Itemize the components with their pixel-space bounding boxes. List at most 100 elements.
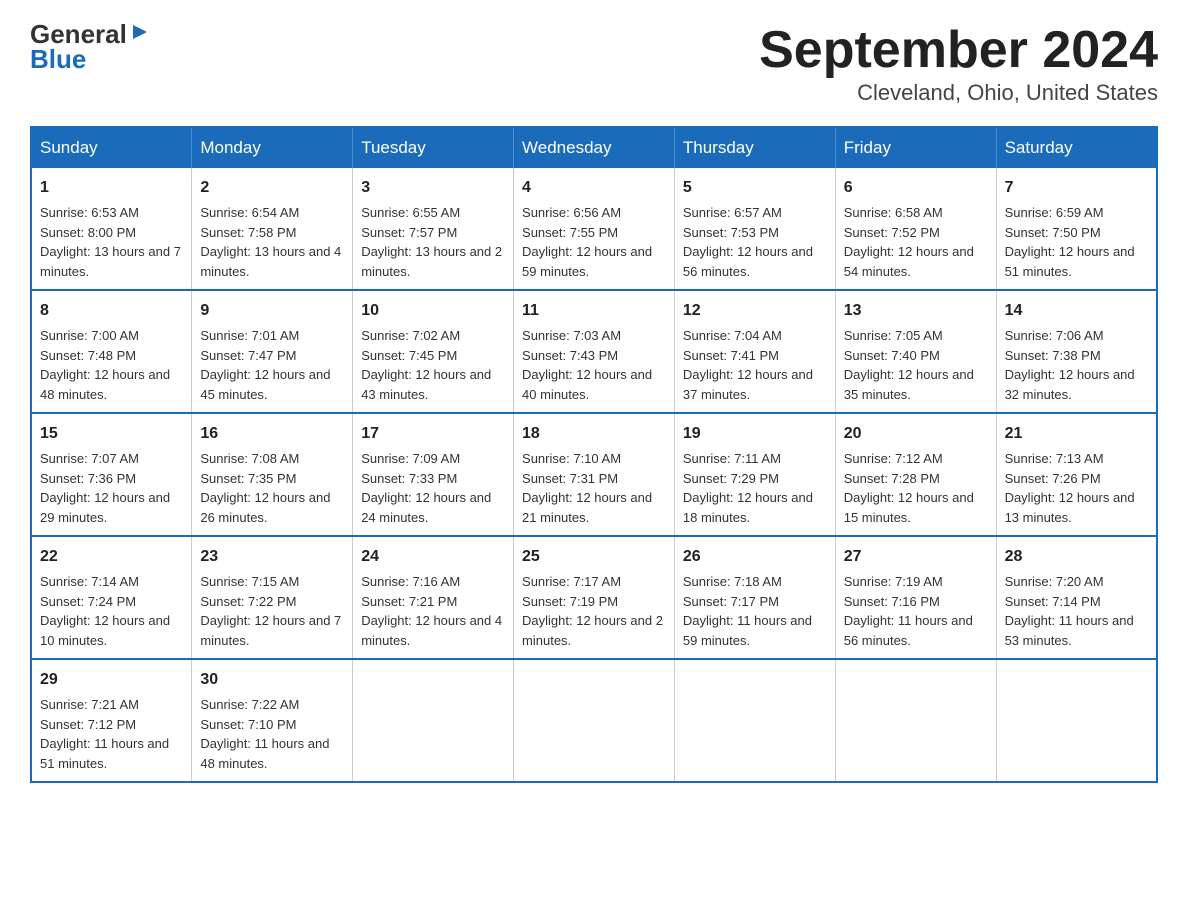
- table-row: 14 Sunrise: 7:06 AMSunset: 7:38 PMDaylig…: [996, 290, 1157, 413]
- table-row: 10 Sunrise: 7:02 AMSunset: 7:45 PMDaylig…: [353, 290, 514, 413]
- header-friday: Friday: [835, 127, 996, 168]
- table-row: 11 Sunrise: 7:03 AMSunset: 7:43 PMDaylig…: [514, 290, 675, 413]
- day-info: Sunrise: 7:05 AMSunset: 7:40 PMDaylight:…: [844, 328, 974, 402]
- table-row: [353, 659, 514, 782]
- calendar-title: September 2024: [759, 20, 1158, 80]
- day-number: 6: [844, 176, 988, 200]
- header-monday: Monday: [192, 127, 353, 168]
- table-row: 26 Sunrise: 7:18 AMSunset: 7:17 PMDaylig…: [674, 536, 835, 659]
- day-info: Sunrise: 6:58 AMSunset: 7:52 PMDaylight:…: [844, 205, 974, 279]
- day-info: Sunrise: 7:20 AMSunset: 7:14 PMDaylight:…: [1005, 574, 1134, 648]
- day-number: 17: [361, 422, 505, 446]
- day-info: Sunrise: 7:19 AMSunset: 7:16 PMDaylight:…: [844, 574, 973, 648]
- header-saturday: Saturday: [996, 127, 1157, 168]
- table-row: 3 Sunrise: 6:55 AMSunset: 7:57 PMDayligh…: [353, 168, 514, 290]
- table-row: 29 Sunrise: 7:21 AMSunset: 7:12 PMDaylig…: [31, 659, 192, 782]
- table-row: 1 Sunrise: 6:53 AMSunset: 8:00 PMDayligh…: [31, 168, 192, 290]
- logo-triangle-icon: [131, 21, 149, 47]
- day-info: Sunrise: 7:12 AMSunset: 7:28 PMDaylight:…: [844, 451, 974, 525]
- day-number: 3: [361, 176, 505, 200]
- table-row: [835, 659, 996, 782]
- day-number: 15: [40, 422, 183, 446]
- table-row: 6 Sunrise: 6:58 AMSunset: 7:52 PMDayligh…: [835, 168, 996, 290]
- header-thursday: Thursday: [674, 127, 835, 168]
- day-number: 7: [1005, 176, 1148, 200]
- day-info: Sunrise: 7:22 AMSunset: 7:10 PMDaylight:…: [200, 697, 329, 771]
- table-row: 2 Sunrise: 6:54 AMSunset: 7:58 PMDayligh…: [192, 168, 353, 290]
- table-row: [674, 659, 835, 782]
- day-number: 25: [522, 545, 666, 569]
- day-info: Sunrise: 6:56 AMSunset: 7:55 PMDaylight:…: [522, 205, 652, 279]
- day-number: 12: [683, 299, 827, 323]
- day-number: 21: [1005, 422, 1148, 446]
- header-sunday: Sunday: [31, 127, 192, 168]
- day-info: Sunrise: 7:17 AMSunset: 7:19 PMDaylight:…: [522, 574, 663, 648]
- calendar-subtitle: Cleveland, Ohio, United States: [759, 80, 1158, 106]
- day-number: 22: [40, 545, 183, 569]
- day-number: 16: [200, 422, 344, 446]
- day-info: Sunrise: 7:16 AMSunset: 7:21 PMDaylight:…: [361, 574, 502, 648]
- calendar-week-5: 29 Sunrise: 7:21 AMSunset: 7:12 PMDaylig…: [31, 659, 1157, 782]
- page-header: General Blue September 2024 Cleveland, O…: [30, 20, 1158, 106]
- title-area: September 2024 Cleveland, Ohio, United S…: [759, 20, 1158, 106]
- day-number: 24: [361, 545, 505, 569]
- day-number: 9: [200, 299, 344, 323]
- table-row: 24 Sunrise: 7:16 AMSunset: 7:21 PMDaylig…: [353, 536, 514, 659]
- day-number: 10: [361, 299, 505, 323]
- table-row: 23 Sunrise: 7:15 AMSunset: 7:22 PMDaylig…: [192, 536, 353, 659]
- calendar-header-row: Sunday Monday Tuesday Wednesday Thursday…: [31, 127, 1157, 168]
- table-row: 20 Sunrise: 7:12 AMSunset: 7:28 PMDaylig…: [835, 413, 996, 536]
- calendar-week-1: 1 Sunrise: 6:53 AMSunset: 8:00 PMDayligh…: [31, 168, 1157, 290]
- day-info: Sunrise: 7:15 AMSunset: 7:22 PMDaylight:…: [200, 574, 341, 648]
- day-number: 30: [200, 668, 344, 692]
- day-number: 2: [200, 176, 344, 200]
- day-info: Sunrise: 7:04 AMSunset: 7:41 PMDaylight:…: [683, 328, 813, 402]
- day-info: Sunrise: 6:59 AMSunset: 7:50 PMDaylight:…: [1005, 205, 1135, 279]
- table-row: 25 Sunrise: 7:17 AMSunset: 7:19 PMDaylig…: [514, 536, 675, 659]
- day-info: Sunrise: 7:10 AMSunset: 7:31 PMDaylight:…: [522, 451, 652, 525]
- table-row: 22 Sunrise: 7:14 AMSunset: 7:24 PMDaylig…: [31, 536, 192, 659]
- day-number: 27: [844, 545, 988, 569]
- table-row: 5 Sunrise: 6:57 AMSunset: 7:53 PMDayligh…: [674, 168, 835, 290]
- day-info: Sunrise: 7:07 AMSunset: 7:36 PMDaylight:…: [40, 451, 170, 525]
- day-info: Sunrise: 7:01 AMSunset: 7:47 PMDaylight:…: [200, 328, 330, 402]
- day-info: Sunrise: 7:00 AMSunset: 7:48 PMDaylight:…: [40, 328, 170, 402]
- day-info: Sunrise: 7:18 AMSunset: 7:17 PMDaylight:…: [683, 574, 812, 648]
- table-row: 4 Sunrise: 6:56 AMSunset: 7:55 PMDayligh…: [514, 168, 675, 290]
- logo-blue-text: Blue: [30, 45, 149, 74]
- table-row: 12 Sunrise: 7:04 AMSunset: 7:41 PMDaylig…: [674, 290, 835, 413]
- logo: General Blue: [30, 20, 149, 73]
- day-number: 1: [40, 176, 183, 200]
- table-row: [514, 659, 675, 782]
- table-row: 18 Sunrise: 7:10 AMSunset: 7:31 PMDaylig…: [514, 413, 675, 536]
- table-row: 8 Sunrise: 7:00 AMSunset: 7:48 PMDayligh…: [31, 290, 192, 413]
- day-number: 28: [1005, 545, 1148, 569]
- calendar-table: Sunday Monday Tuesday Wednesday Thursday…: [30, 126, 1158, 783]
- day-info: Sunrise: 7:08 AMSunset: 7:35 PMDaylight:…: [200, 451, 330, 525]
- day-info: Sunrise: 7:09 AMSunset: 7:33 PMDaylight:…: [361, 451, 491, 525]
- day-info: Sunrise: 6:54 AMSunset: 7:58 PMDaylight:…: [200, 205, 341, 279]
- table-row: 28 Sunrise: 7:20 AMSunset: 7:14 PMDaylig…: [996, 536, 1157, 659]
- day-number: 8: [40, 299, 183, 323]
- table-row: 15 Sunrise: 7:07 AMSunset: 7:36 PMDaylig…: [31, 413, 192, 536]
- table-row: 21 Sunrise: 7:13 AMSunset: 7:26 PMDaylig…: [996, 413, 1157, 536]
- day-info: Sunrise: 7:14 AMSunset: 7:24 PMDaylight:…: [40, 574, 170, 648]
- table-row: 7 Sunrise: 6:59 AMSunset: 7:50 PMDayligh…: [996, 168, 1157, 290]
- day-info: Sunrise: 6:55 AMSunset: 7:57 PMDaylight:…: [361, 205, 502, 279]
- day-number: 5: [683, 176, 827, 200]
- header-wednesday: Wednesday: [514, 127, 675, 168]
- table-row: 9 Sunrise: 7:01 AMSunset: 7:47 PMDayligh…: [192, 290, 353, 413]
- day-number: 20: [844, 422, 988, 446]
- day-number: 11: [522, 299, 666, 323]
- table-row: 30 Sunrise: 7:22 AMSunset: 7:10 PMDaylig…: [192, 659, 353, 782]
- table-row: 13 Sunrise: 7:05 AMSunset: 7:40 PMDaylig…: [835, 290, 996, 413]
- table-row: 17 Sunrise: 7:09 AMSunset: 7:33 PMDaylig…: [353, 413, 514, 536]
- day-number: 23: [200, 545, 344, 569]
- table-row: 19 Sunrise: 7:11 AMSunset: 7:29 PMDaylig…: [674, 413, 835, 536]
- day-number: 18: [522, 422, 666, 446]
- table-row: 27 Sunrise: 7:19 AMSunset: 7:16 PMDaylig…: [835, 536, 996, 659]
- table-row: [996, 659, 1157, 782]
- day-info: Sunrise: 7:02 AMSunset: 7:45 PMDaylight:…: [361, 328, 491, 402]
- day-number: 4: [522, 176, 666, 200]
- day-info: Sunrise: 7:13 AMSunset: 7:26 PMDaylight:…: [1005, 451, 1135, 525]
